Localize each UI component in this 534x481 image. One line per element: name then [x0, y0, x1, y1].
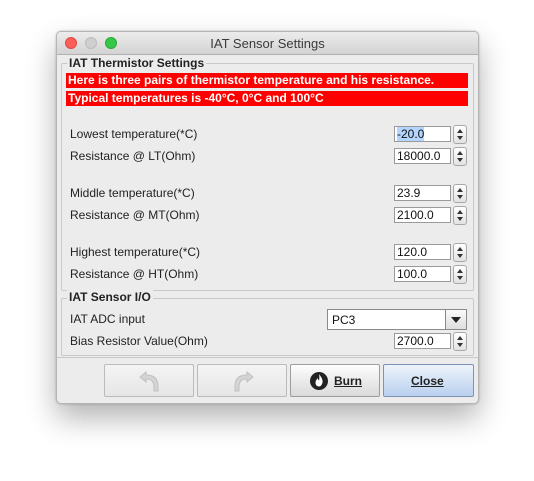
bias-resistor-stepper[interactable]: [453, 332, 467, 351]
highest-temp-spinner[interactable]: 120.0: [394, 243, 467, 262]
increment-arrow-icon[interactable]: [457, 188, 463, 192]
decrement-arrow-icon[interactable]: [457, 195, 463, 199]
increment-arrow-icon[interactable]: [457, 336, 463, 340]
redo-button[interactable]: [197, 364, 287, 397]
undo-button[interactable]: [104, 364, 194, 397]
highest-temp-input[interactable]: 120.0: [394, 244, 451, 260]
decrement-arrow-icon[interactable]: [457, 136, 463, 140]
footer-separator: [57, 357, 478, 358]
increment-arrow-icon[interactable]: [457, 247, 463, 251]
middle-temp-input[interactable]: 23.9: [394, 185, 451, 201]
increment-arrow-icon[interactable]: [457, 269, 463, 273]
resistance-ht-stepper[interactable]: [453, 265, 467, 284]
flame-icon: [310, 372, 328, 390]
decrement-arrow-icon[interactable]: [457, 254, 463, 258]
warning-line-2: Typical temperatures is -40°C, 0°C and 1…: [66, 91, 468, 106]
decrement-arrow-icon[interactable]: [457, 217, 463, 221]
resistance-lt-label: Resistance @ LT(Ohm): [70, 149, 196, 163]
thermistor-group-title: IAT Thermistor Settings: [67, 56, 207, 70]
adc-input-select[interactable]: PC3: [327, 309, 467, 330]
redo-arrow-icon: [234, 370, 254, 392]
settings-dialog: IAT Sensor Settings IAT Thermistor Setti…: [56, 31, 479, 404]
resistance-lt-spinner[interactable]: 18000.0: [394, 147, 467, 166]
resistance-lt-input[interactable]: 18000.0: [394, 148, 451, 164]
decrement-arrow-icon[interactable]: [457, 158, 463, 162]
lowest-temp-spinner[interactable]: -20.0: [394, 125, 467, 144]
lowest-temp-input[interactable]: -20.0: [394, 126, 451, 142]
resistance-mt-label: Resistance @ MT(Ohm): [70, 208, 200, 222]
bias-resistor-spinner[interactable]: 2700.0: [394, 332, 467, 351]
title-bar[interactable]: IAT Sensor Settings: [57, 32, 478, 55]
decrement-arrow-icon[interactable]: [457, 343, 463, 347]
resistance-ht-input[interactable]: 100.0: [394, 266, 451, 282]
increment-arrow-icon[interactable]: [457, 210, 463, 214]
warning-line-1: Here is three pairs of thermistor temper…: [66, 73, 468, 88]
chevron-down-icon: [451, 317, 461, 323]
adc-input-label: IAT ADC input: [70, 312, 145, 326]
window-title: IAT Sensor Settings: [210, 36, 325, 51]
bias-resistor-label: Bias Resistor Value(Ohm): [70, 334, 208, 348]
close-button[interactable]: Close: [383, 364, 474, 397]
burn-button[interactable]: Burn: [290, 364, 380, 397]
bias-resistor-input[interactable]: 2700.0: [394, 333, 451, 349]
highest-temp-stepper[interactable]: [453, 243, 467, 262]
adc-input-value: PC3: [332, 313, 356, 327]
dropdown-button[interactable]: [445, 310, 466, 329]
increment-arrow-icon[interactable]: [457, 129, 463, 133]
middle-temp-stepper[interactable]: [453, 184, 467, 203]
resistance-ht-spinner[interactable]: 100.0: [394, 265, 467, 284]
lowest-temp-stepper[interactable]: [453, 125, 467, 144]
middle-temp-spinner[interactable]: 23.9: [394, 184, 467, 203]
resistance-mt-input[interactable]: 2100.0: [394, 207, 451, 223]
lowest-temp-label: Lowest temperature(*C): [70, 127, 198, 141]
highest-temp-label: Highest temperature(*C): [70, 245, 201, 259]
undo-arrow-icon: [139, 370, 159, 392]
burn-label: Burn: [334, 374, 362, 388]
sensor-io-group-title: IAT Sensor I/O: [67, 290, 153, 304]
resistance-ht-label: Resistance @ HT(Ohm): [70, 267, 199, 281]
middle-temp-label: Middle temperature(*C): [70, 186, 195, 200]
resistance-mt-spinner[interactable]: 2100.0: [394, 206, 467, 225]
increment-arrow-icon[interactable]: [457, 151, 463, 155]
resistance-mt-stepper[interactable]: [453, 206, 467, 225]
decrement-arrow-icon[interactable]: [457, 276, 463, 280]
resistance-lt-stepper[interactable]: [453, 147, 467, 166]
close-label: Close: [411, 374, 444, 388]
